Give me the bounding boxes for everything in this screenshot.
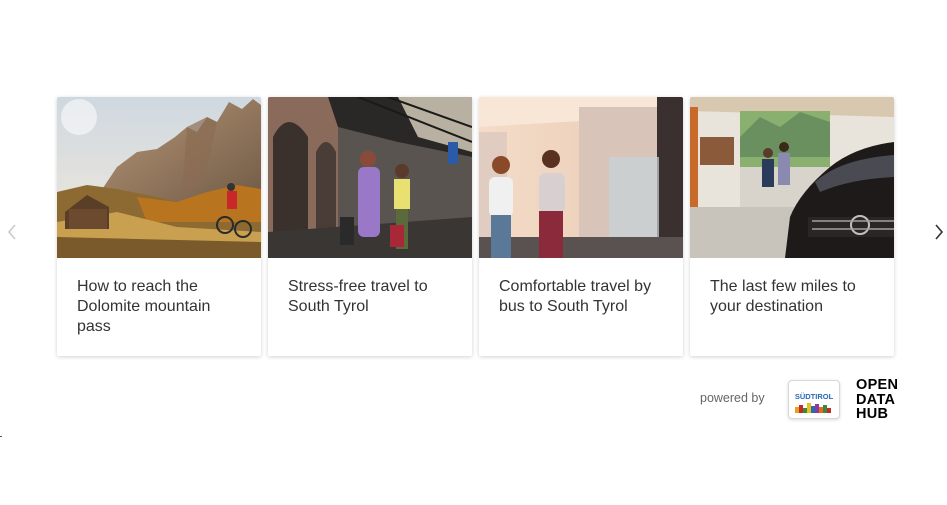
article-card-dolomite[interactable]: How to reach the Dolomite mountain pass (57, 97, 261, 356)
open-data-hub-logo[interactable]: OPEN DATA HUB (856, 378, 898, 422)
article-card-title: Stress-free travel to South Tyrol (288, 278, 428, 315)
sudtirol-logo[interactable]: SÜDTIROL (788, 380, 840, 419)
car-station-photo (690, 97, 894, 258)
odh-logo-line: DATA (856, 391, 896, 408)
article-card-title: Comfortable travel by bus to South Tyrol (499, 278, 652, 315)
bus-women-photo (479, 97, 683, 258)
carousel-prev-button[interactable] (4, 220, 20, 244)
sudtirol-logo-text: SÜDTIROL (795, 392, 834, 401)
powered-by-label: powered by (700, 391, 765, 405)
train-station-couple-photo (268, 97, 472, 258)
carousel-next-button[interactable] (931, 220, 947, 244)
article-card-title: The last few miles to your destination (710, 278, 856, 315)
odh-logo-line: OPEN (856, 377, 899, 393)
chevron-right-icon (935, 224, 944, 240)
chevron-left-icon (8, 224, 16, 240)
odh-logo-line: HUB (856, 406, 889, 422)
edge-mark (0, 436, 2, 437)
article-card-car[interactable]: The last few miles to your destination (690, 97, 894, 356)
article-card-train[interactable]: Stress-free travel to South Tyrol (268, 97, 472, 356)
article-card-title: How to reach the Dolomite mountain pass (77, 278, 211, 335)
article-carousel: How to reach the Dolomite mountain pass (57, 97, 894, 356)
article-card-bus[interactable]: Comfortable travel by bus to South Tyrol (479, 97, 683, 356)
mountain-cyclist-photo (57, 97, 261, 258)
